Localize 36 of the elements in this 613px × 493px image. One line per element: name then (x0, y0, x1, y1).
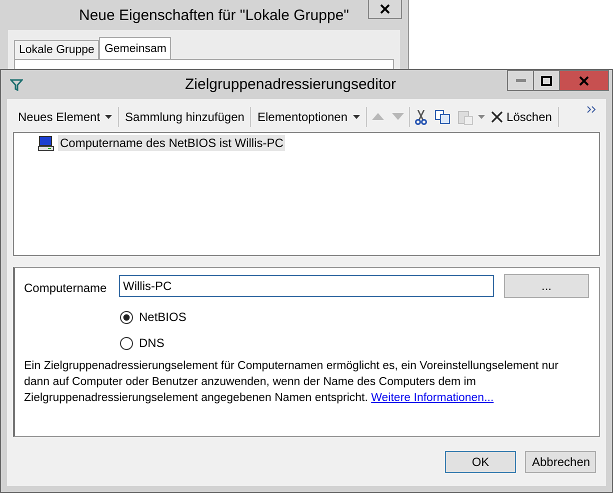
dialog-button[interactable]: Abbrechen (525, 451, 596, 473)
toolbar-button[interactable]: Sammlung hinzufügen (120, 108, 250, 126)
dialog-button[interactable]: OK (445, 451, 516, 473)
radio-button[interactable]: NetBIOS (120, 310, 186, 324)
scissors-icon (414, 110, 427, 124)
maximize-icon (541, 76, 552, 86)
field-label: Computername (24, 280, 108, 295)
browse-button[interactable]: ... (504, 274, 589, 298)
copy-icon (434, 110, 450, 124)
computer-icon (38, 136, 54, 150)
more-info-link[interactable]: Weitere Informationen... (371, 392, 494, 404)
caret-icon (105, 115, 112, 119)
window-title: Zielgruppenadressierungseditor (184, 76, 397, 93)
delete-button[interactable]: Löschen (486, 108, 557, 126)
close-button[interactable] (368, 0, 402, 19)
caret-icon (352, 115, 360, 119)
tree-item[interactable]: Computername des NetBIOS ist Willis-PC (58, 135, 286, 151)
tab[interactable]: Lokale Gruppe (14, 40, 100, 59)
chevron-icon (587, 106, 596, 113)
close-icon (579, 76, 589, 86)
down-arrow-icon (392, 113, 404, 121)
radio-button[interactable]: DNS (120, 336, 164, 350)
menu-button[interactable]: Elementoptionen (252, 108, 365, 126)
maximize-button[interactable] (533, 70, 560, 91)
clipboard-icon (458, 110, 473, 124)
description-text: Ein Zielgruppenadressierungselement für Computernamen ermöglicht es, ein Voreinstellungselement nur dann auf Computer oder Benutzer anzuwenden, wenn der Name des Computers dem im Zielgruppenadressierungselement angegebenen Namen entspricht. Weitere Informationen... (24, 359, 559, 406)
window-title: Neue Eigenschaften für "Lokale Gruppe" (79, 6, 349, 24)
computer-name-field[interactable]: Willis-PC (119, 275, 494, 297)
menu-button[interactable]: Neues Element (13, 108, 118, 126)
close-icon (380, 4, 390, 14)
tab[interactable]: Gemeinsam (99, 37, 172, 59)
minimize-icon (516, 78, 526, 82)
filter-icon (10, 78, 23, 90)
up-arrow-icon (372, 113, 384, 121)
close-icon (490, 111, 503, 123)
caret-icon (478, 115, 485, 119)
